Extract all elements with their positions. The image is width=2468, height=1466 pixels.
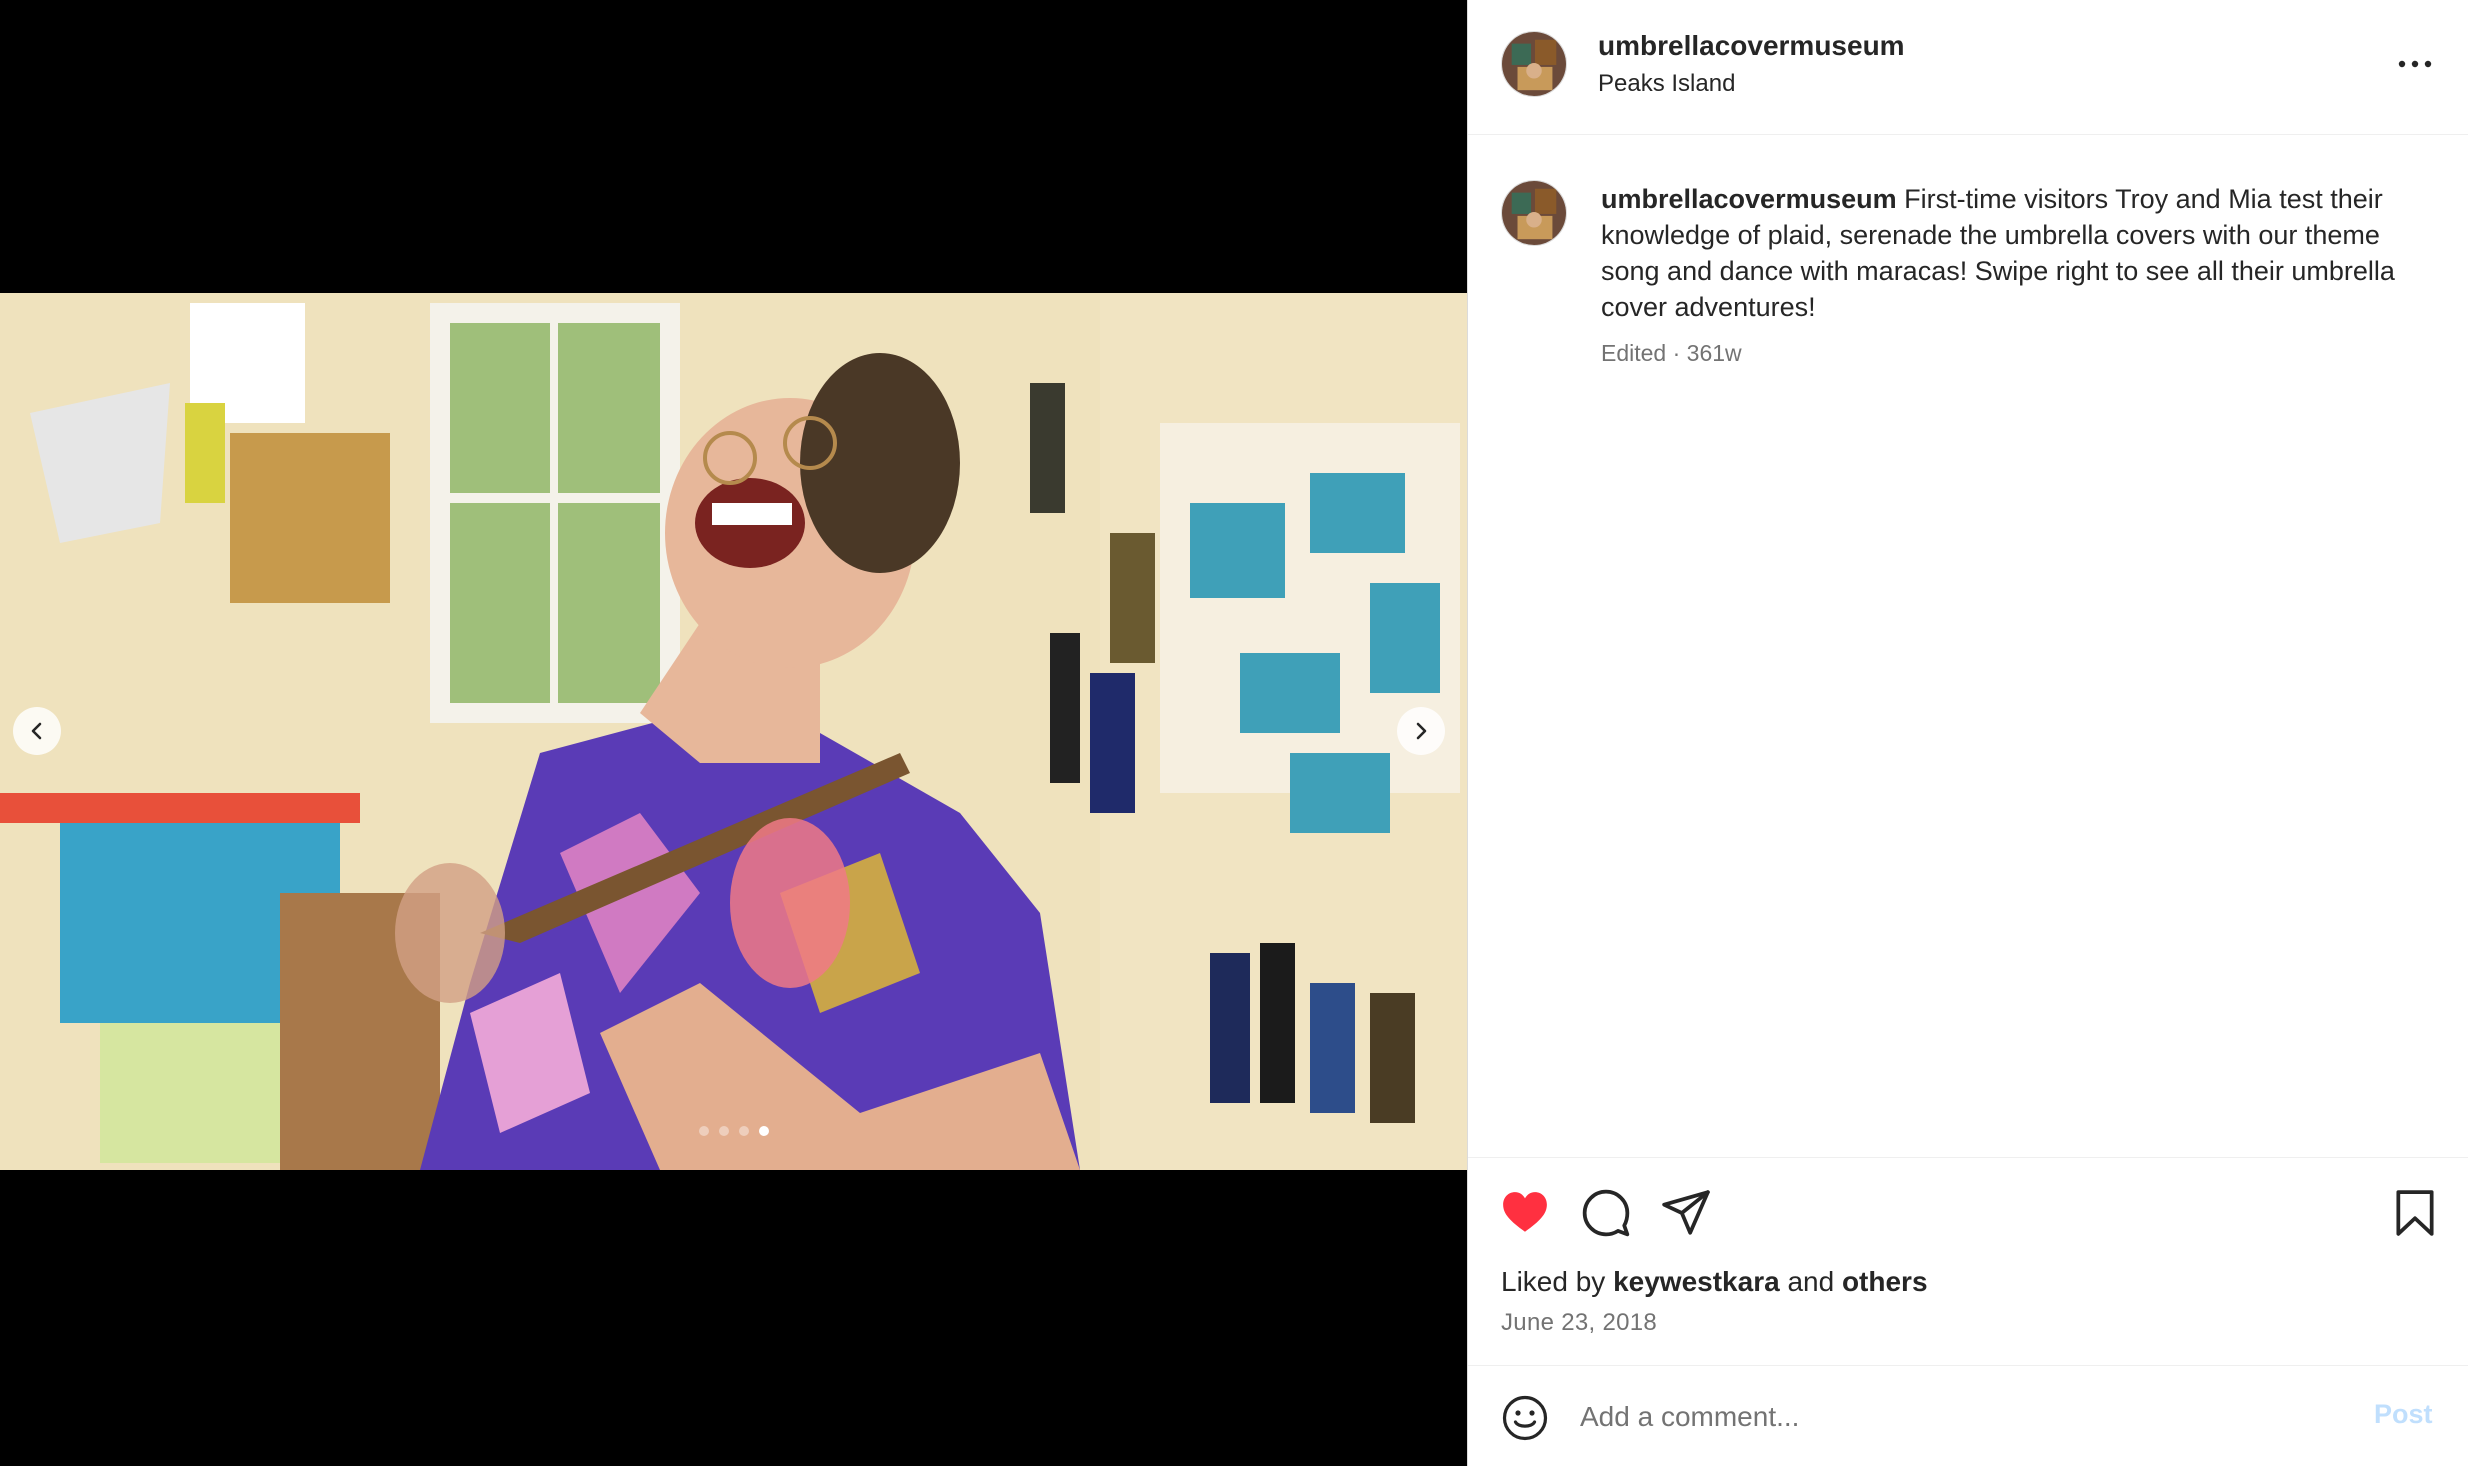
speech-bubble-icon [1582, 1189, 1630, 1237]
comment-composer: Post [1468, 1365, 2468, 1466]
edited-label: Edited [1601, 340, 1667, 366]
liked-by-prefix: Liked by [1501, 1266, 1606, 1297]
caption-avatar[interactable] [1501, 180, 1567, 246]
comment-button[interactable] [1581, 1188, 1631, 1238]
chevron-right-icon [1416, 722, 1427, 740]
caption-username[interactable]: umbrellacovermuseum [1601, 184, 1897, 214]
post-header: umbrellacovermuseum Peaks Island [1468, 0, 2468, 135]
like-button[interactable] [1500, 1188, 1550, 1238]
caption-text: umbrellacovermuseum First-time visitors … [1601, 181, 2441, 325]
post-comment-button[interactable]: Post [2374, 1399, 2433, 1430]
save-button[interactable] [2390, 1188, 2440, 1238]
avatar[interactable] [1501, 31, 1567, 97]
caption-meta: Edited · 361w [1601, 340, 1742, 367]
paper-plane-icon [1662, 1190, 1710, 1235]
carousel-dot [738, 1126, 749, 1136]
avatar-image [1502, 181, 1566, 245]
heart-icon [1503, 1192, 1547, 1232]
carousel-dot [698, 1126, 709, 1136]
carousel-indicator [0, 1126, 1467, 1138]
carousel-dot [718, 1126, 729, 1136]
likes-summary: Liked by keywestkara and others [1501, 1266, 1928, 1298]
post-details-pane: umbrellacovermuseum Peaks Island umbrell… [1467, 0, 2468, 1466]
post-location[interactable]: Peaks Island [1598, 70, 1735, 98]
emoji-button[interactable] [1501, 1394, 1549, 1442]
chevron-left-icon [31, 722, 42, 740]
previous-slide-button[interactable] [13, 707, 61, 755]
liked-by-and: and [1787, 1266, 1835, 1297]
post-age[interactable]: 361w [1687, 340, 1742, 366]
post-author-username[interactable]: umbrellacovermuseum [1598, 30, 1905, 62]
photo-illustration [0, 293, 1467, 1170]
meta-separator: · [1672, 340, 1687, 366]
comment-input[interactable] [1580, 1388, 2340, 1446]
post-actions: Liked by keywestkara and others June 23,… [1468, 1157, 2468, 1365]
more-options-icon [2398, 60, 2432, 68]
post-photo[interactable] [0, 293, 1467, 1170]
bookmark-icon [2396, 1190, 2434, 1236]
post-date[interactable]: June 23, 2018 [1501, 1309, 1657, 1337]
avatar-image [1502, 32, 1566, 96]
next-slide-button[interactable] [1397, 707, 1445, 755]
media-viewer [0, 0, 1467, 1466]
smiley-icon [1502, 1395, 1548, 1441]
more-options-button[interactable] [2393, 44, 2437, 84]
carousel-dot-active [758, 1126, 769, 1136]
liked-by-others-link[interactable]: others [1842, 1266, 1928, 1297]
post-caption: umbrellacovermuseum First-time visitors … [1468, 135, 2468, 1157]
share-button[interactable] [1661, 1188, 1711, 1238]
liked-by-user-link[interactable]: keywestkara [1613, 1266, 1780, 1297]
